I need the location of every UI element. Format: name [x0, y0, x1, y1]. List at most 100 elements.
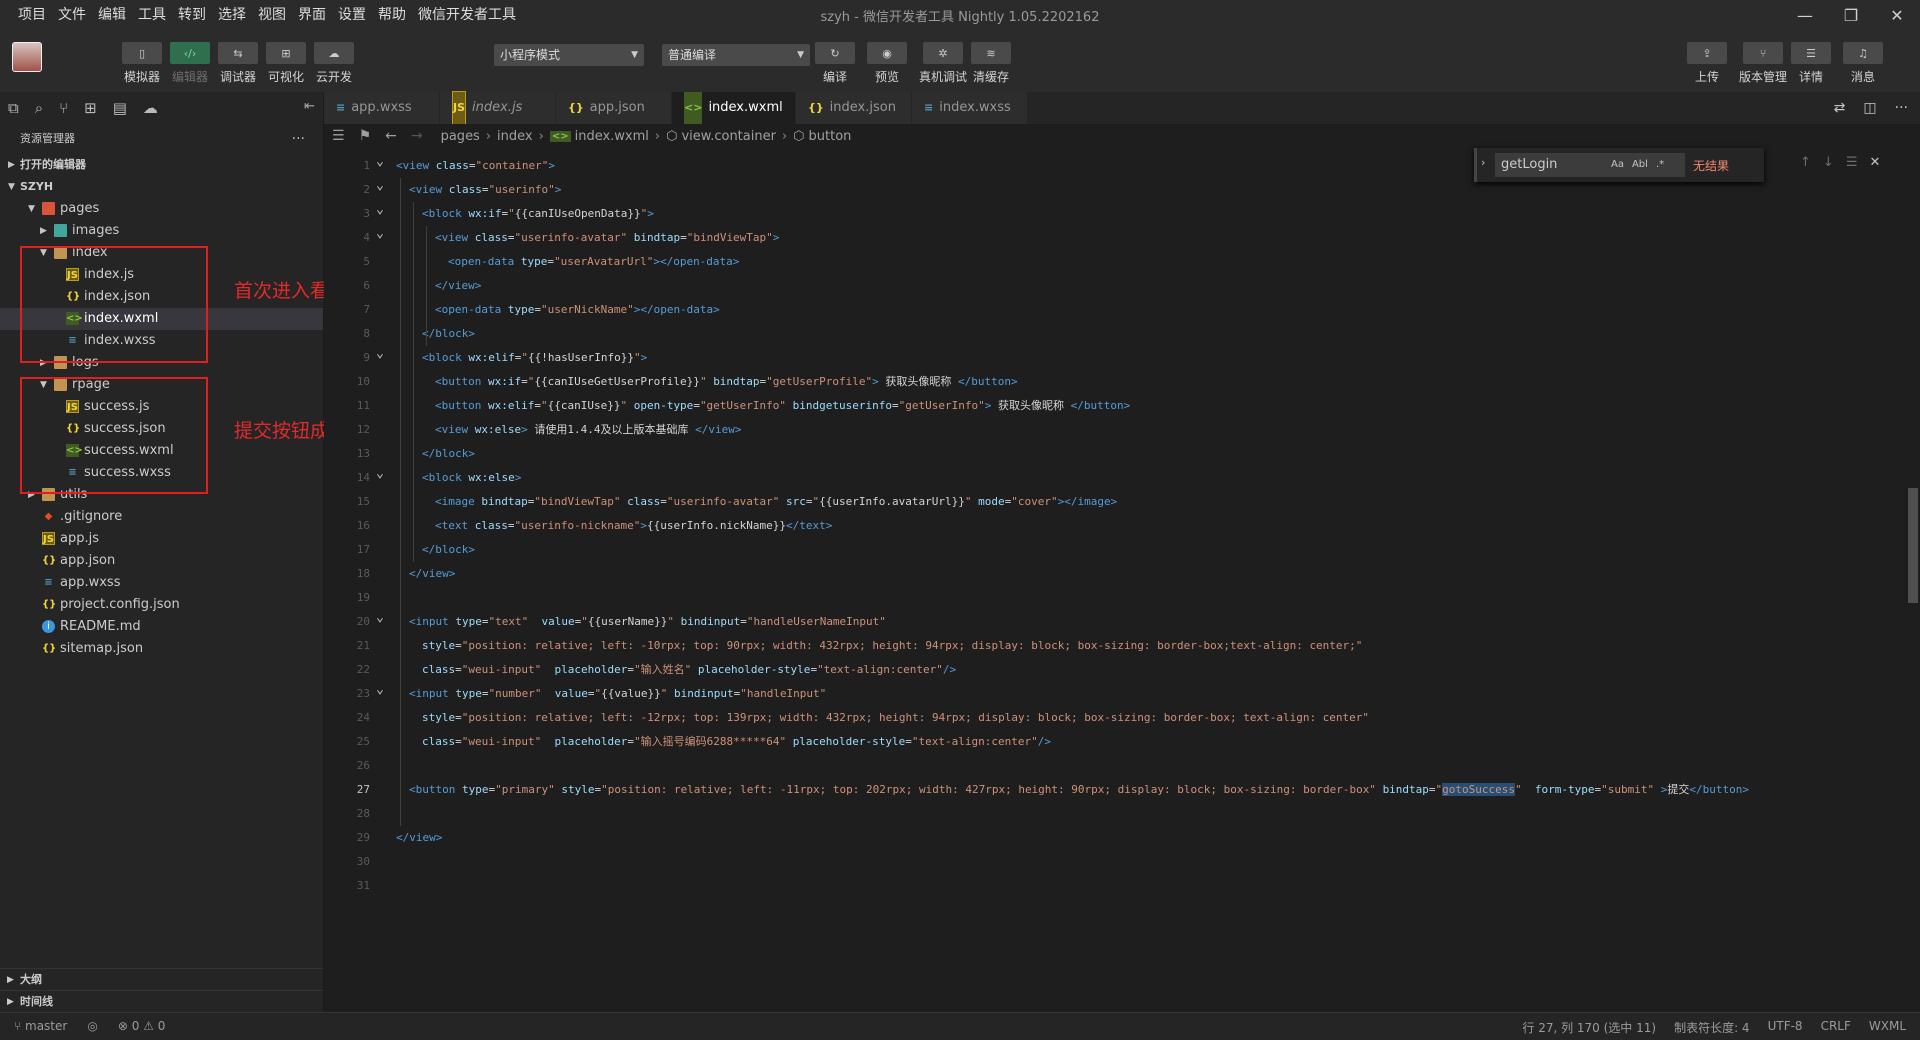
- toolbar-button-debug[interactable]: ⇆ 调试器: [218, 42, 258, 85]
- menu-item[interactable]: 视图: [252, 0, 292, 30]
- tab-index-wxss[interactable]: ≡ index.wxss: [912, 92, 1028, 124]
- debug-icon[interactable]: ☁: [143, 99, 158, 117]
- file-item[interactable]: {} project.config.json: [0, 594, 323, 616]
- toolbar-button-menu[interactable]: ☰ 详情: [1791, 42, 1831, 85]
- problems-status[interactable]: ⊗ 0 ⚠ 0: [118, 1019, 166, 1033]
- menu-item[interactable]: 选择: [212, 0, 252, 30]
- menu-item[interactable]: 微信开发者工具: [412, 0, 522, 30]
- timeline-section[interactable]: ▶ 时间线: [0, 990, 323, 1012]
- code-editor[interactable]: 1 ⌄ <view class="container"> 2 ⌄ <view class=…: [324, 148, 1920, 1012]
- indentation[interactable]: 制表符长度: 4: [1674, 1019, 1750, 1036]
- project-section[interactable]: ▼ SZYH: [0, 176, 323, 198]
- folder-item-images[interactable]: ▶ images: [0, 220, 323, 242]
- close-window-button[interactable]: ✕: [1874, 0, 1920, 30]
- storage-icon[interactable]: ▤: [113, 99, 127, 117]
- toggle-replace-icon[interactable]: ›: [1481, 156, 1485, 169]
- more-actions-icon[interactable]: ···: [1895, 100, 1908, 116]
- fold-chevron-icon[interactable]: ⌄: [376, 606, 384, 630]
- find-in-selection-icon[interactable]: ☰: [1846, 155, 1858, 170]
- timeline-label: 时间线: [20, 995, 53, 1008]
- sync-icon[interactable]: ◎: [87, 1019, 97, 1033]
- fold-chevron-icon[interactable]: ⌄: [376, 678, 384, 702]
- toolbar-button-cloud[interactable]: ☁ 云开发: [314, 42, 354, 85]
- menu-item[interactable]: 项目: [12, 0, 52, 30]
- menu-item[interactable]: 转到: [172, 0, 212, 30]
- breadcrumb-item[interactable]: view.container: [681, 129, 775, 144]
- fold-chevron-icon[interactable]: ⌄: [376, 462, 384, 486]
- split-editor-icon[interactable]: ◫: [1863, 100, 1876, 116]
- more-icon[interactable]: ···: [292, 124, 305, 154]
- outline-section[interactable]: ▶ 大纲: [0, 968, 323, 990]
- toolbar-button-eye[interactable]: ◉ 预览: [867, 42, 907, 85]
- match-case-toggle[interactable]: Aa: [1611, 153, 1624, 177]
- previous-match-icon[interactable]: ↑: [1800, 155, 1811, 170]
- file-item[interactable]: ≡ app.wxss: [0, 572, 323, 594]
- file-item[interactable]: {} sitemap.json: [0, 638, 323, 660]
- breadcrumb-item[interactable]: button: [809, 129, 852, 144]
- encoding[interactable]: UTF-8: [1768, 1019, 1803, 1036]
- open-editors-section[interactable]: ▶ 打开的编辑器: [0, 154, 323, 176]
- regex-toggle[interactable]: .*: [1656, 153, 1664, 177]
- avatar[interactable]: [12, 42, 42, 72]
- tab-index-json[interactable]: {} index.json: [796, 92, 912, 124]
- extensions-icon[interactable]: ⊞: [84, 99, 97, 117]
- fold-chevron-icon[interactable]: ⌄: [376, 198, 384, 222]
- explorer-title: 资源管理器 ···: [0, 124, 323, 154]
- editor-scrollbar[interactable]: [1906, 148, 1920, 1012]
- menu-item[interactable]: 工具: [132, 0, 172, 30]
- forward-icon[interactable]: →: [411, 128, 423, 144]
- menu-item[interactable]: 帮助: [372, 0, 412, 30]
- search-icon[interactable]: ⌕: [35, 99, 43, 117]
- tab-app-wxss[interactable]: ≡ app.wxss: [324, 92, 440, 124]
- toolbar-button-branch[interactable]: ⑂ 版本管理: [1739, 42, 1787, 85]
- branch-status[interactable]: ⑂ master: [14, 1019, 67, 1033]
- menu-item[interactable]: 文件: [52, 0, 92, 30]
- breadcrumb-item[interactable]: pages: [441, 129, 480, 144]
- compile-select[interactable]: 普通编译 ▼: [662, 44, 810, 66]
- mode-select[interactable]: 小程序模式 ▼: [494, 44, 644, 66]
- toolbar-button-layout[interactable]: ⊞ 可视化: [266, 42, 306, 85]
- toolbar-button-label: 编辑器: [171, 70, 208, 84]
- file-item[interactable]: JS app.js: [0, 528, 323, 550]
- file-item[interactable]: {} app.json: [0, 550, 323, 572]
- language-mode[interactable]: WXML: [1869, 1019, 1906, 1036]
- close-find-icon[interactable]: ✕: [1869, 155, 1880, 170]
- minimize-button[interactable]: —: [1782, 0, 1828, 30]
- toolbar-button-phone[interactable]: ▯ 模拟器: [122, 42, 162, 85]
- toolbar-button-upload[interactable]: ⇪ 上传: [1687, 42, 1727, 85]
- collapse-sidebar-icon[interactable]: ⇤: [304, 99, 315, 114]
- fold-chevron-icon[interactable]: ⌄: [376, 150, 384, 174]
- scrollbar-thumb[interactable]: [1908, 488, 1918, 603]
- tab-app-json[interactable]: {} app.json: [556, 92, 672, 124]
- whole-word-toggle[interactable]: Abl: [1632, 153, 1648, 177]
- bookmark-icon[interactable]: ⚑: [359, 128, 372, 144]
- fold-chevron-icon[interactable]: ⌄: [376, 342, 384, 366]
- files-icon[interactable]: ⧉: [8, 99, 19, 117]
- breadcrumb-item[interactable]: index.wxml: [575, 129, 649, 144]
- file-item[interactable]: i README.md: [0, 616, 323, 638]
- toolbar-button-code[interactable]: ‹/› 编辑器: [170, 42, 210, 85]
- cursor-position[interactable]: 行 27, 列 170 (选中 11): [1522, 1019, 1656, 1036]
- fold-chevron-icon[interactable]: ⌄: [376, 174, 384, 198]
- back-icon[interactable]: ←: [385, 128, 397, 144]
- toolbar-button-bug[interactable]: ✲ 真机调试: [919, 42, 967, 85]
- tab-index-js[interactable]: JS index.js: [440, 91, 556, 125]
- tab-index-wxml[interactable]: <>index.wxml✕: [672, 92, 806, 124]
- list-icon[interactable]: ☰: [332, 128, 345, 144]
- fold-chevron-icon[interactable]: ⌄: [376, 222, 384, 246]
- source-control-icon[interactable]: ⑂: [59, 99, 68, 117]
- restore-button[interactable]: ❐: [1828, 0, 1874, 30]
- menu-item[interactable]: 设置: [332, 0, 372, 30]
- code-text: <block wx:elif="{{!hasUserInfo}}">: [422, 351, 648, 364]
- toolbar-button-bell[interactable]: ♫ 消息: [1843, 42, 1883, 85]
- menu-item[interactable]: 编辑: [92, 0, 132, 30]
- file-item[interactable]: ◆ .gitignore: [0, 506, 323, 528]
- menu-item[interactable]: 界面: [292, 0, 332, 30]
- folder-item-pages[interactable]: ▼ pages: [0, 198, 323, 220]
- toolbar-button-layers[interactable]: ≋ 清缓存: [971, 42, 1011, 85]
- breadcrumb-item[interactable]: index: [497, 129, 533, 144]
- compare-icon[interactable]: ⇄: [1834, 100, 1846, 116]
- next-match-icon[interactable]: ↓: [1823, 155, 1834, 170]
- toolbar-button-refresh[interactable]: ↻ 编译: [815, 42, 855, 85]
- line-ending[interactable]: CRLF: [1821, 1019, 1851, 1036]
